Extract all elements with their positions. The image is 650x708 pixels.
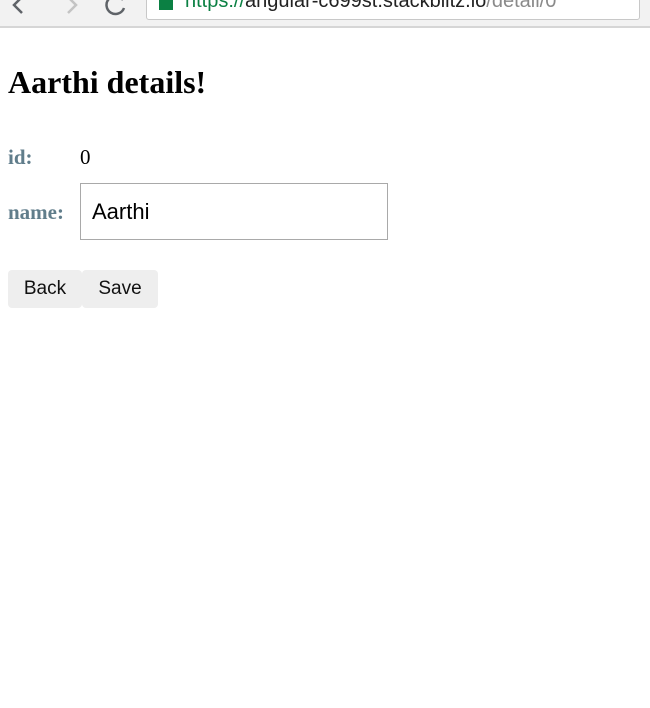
url-scheme: https:// — [185, 0, 246, 12]
name-input[interactable] — [80, 183, 388, 240]
browser-forward-icon[interactable] — [58, 0, 84, 16]
url-host: angular-c699st.stackblitz.io — [245, 0, 487, 12]
name-label: name: — [8, 200, 64, 224]
back-button[interactable]: Back — [8, 270, 82, 308]
save-button[interactable]: Save — [82, 270, 158, 308]
browser-reload-icon[interactable] — [102, 0, 128, 16]
page-title: Aarthi details! — [8, 64, 207, 100]
browser-back-icon[interactable] — [6, 0, 32, 16]
address-bar[interactable]: https://angular-c699st.stackblitz.io/det… — [146, 0, 640, 20]
id-label: id: — [8, 145, 33, 169]
browser-toolbar: https://angular-c699st.stackblitz.io/det… — [0, 0, 650, 28]
address-url: https://angular-c699st.stackblitz.io/det… — [185, 0, 556, 11]
url-path: /detail/0 — [486, 0, 557, 12]
secure-lock-icon — [159, 0, 173, 10]
id-value: 0 — [80, 145, 91, 169]
